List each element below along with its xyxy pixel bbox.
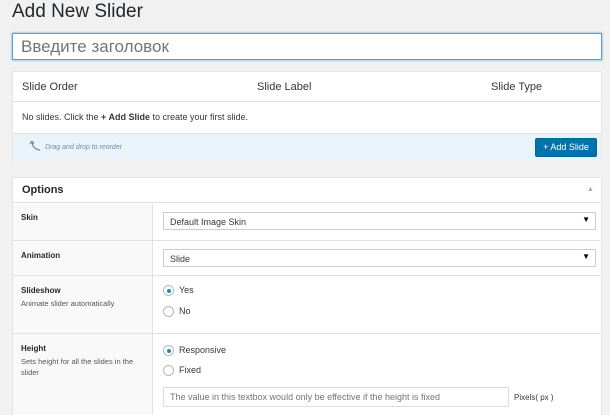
option-row-animation: Animation Slide ▼	[13, 241, 601, 276]
column-slide-order: Slide Order	[22, 81, 78, 93]
height-responsive-label: Responsive	[179, 345, 227, 355]
height-description: Sets height for all the slides in the sl…	[21, 357, 134, 377]
slides-footer: Drag and drop to reorder + Add Slide	[13, 133, 601, 161]
options-header[interactable]: Options ▲	[13, 178, 601, 203]
skin-label: Skin	[21, 213, 38, 222]
page-title: Add New Slider	[12, 1, 143, 22]
animation-select[interactable]: Slide ▼	[163, 249, 596, 267]
slideshow-no-radio[interactable]: No	[163, 306, 191, 318]
animation-select-value: Slide	[170, 254, 191, 264]
slideshow-yes-label: Yes	[179, 285, 194, 295]
skin-select-value: Default Image Skin	[170, 217, 247, 227]
option-row-skin: Skin Default Image Skin ▼	[13, 204, 601, 241]
height-label: Height	[21, 344, 46, 353]
dropdown-arrow-icon: ▼	[582, 252, 590, 261]
column-slide-label: Slide Label	[257, 81, 312, 93]
radio-selected-icon	[163, 345, 174, 357]
empty-message-prefix: No slides. Click the	[22, 112, 102, 122]
fixed-height-input[interactable]	[163, 387, 509, 407]
drag-hint: Drag and drop to reorder	[45, 144, 123, 151]
slideshow-yes-radio[interactable]: Yes	[163, 285, 194, 297]
slider-title-input[interactable]	[12, 33, 602, 60]
drag-arrow-icon	[29, 140, 41, 151]
slideshow-description: Animate slider automatically	[21, 299, 115, 308]
column-slide-type: Slide Type	[491, 81, 543, 93]
height-responsive-radio[interactable]: Responsive	[163, 345, 227, 357]
height-fixed-label: Fixed	[179, 365, 202, 375]
dropdown-arrow-icon: ▼	[582, 215, 590, 224]
skin-select[interactable]: Default Image Skin ▼	[163, 212, 596, 230]
slideshow-label: Slideshow	[21, 286, 61, 295]
slides-panel: Slide Order Slide Label Slide Type No sl…	[12, 71, 602, 161]
option-row-slideshow: Slideshow Animate slider automatically Y…	[13, 276, 601, 334]
empty-message-action: + Add Slide	[101, 112, 150, 122]
animation-label: Animation	[21, 251, 61, 260]
options-title: Options	[22, 184, 64, 196]
empty-slides-message: No slides. Click the + Add Slide to crea…	[13, 102, 601, 132]
radio-unselected-icon	[163, 306, 174, 318]
radio-selected-icon	[163, 285, 174, 297]
add-slide-button[interactable]: + Add Slide	[535, 138, 597, 157]
collapse-toggle-icon[interactable]: ▲	[587, 186, 594, 193]
slideshow-no-label: No	[179, 306, 191, 316]
pixels-unit-label: Pixels( px )	[514, 393, 554, 402]
options-panel: Options ▲ Skin Default Image Skin ▼ Anim…	[12, 177, 602, 415]
radio-unselected-icon	[163, 365, 174, 377]
height-fixed-radio[interactable]: Fixed	[163, 365, 202, 377]
empty-message-suffix: to create your first slide.	[149, 112, 249, 122]
slides-table-header: Slide Order Slide Label Slide Type	[13, 72, 601, 102]
